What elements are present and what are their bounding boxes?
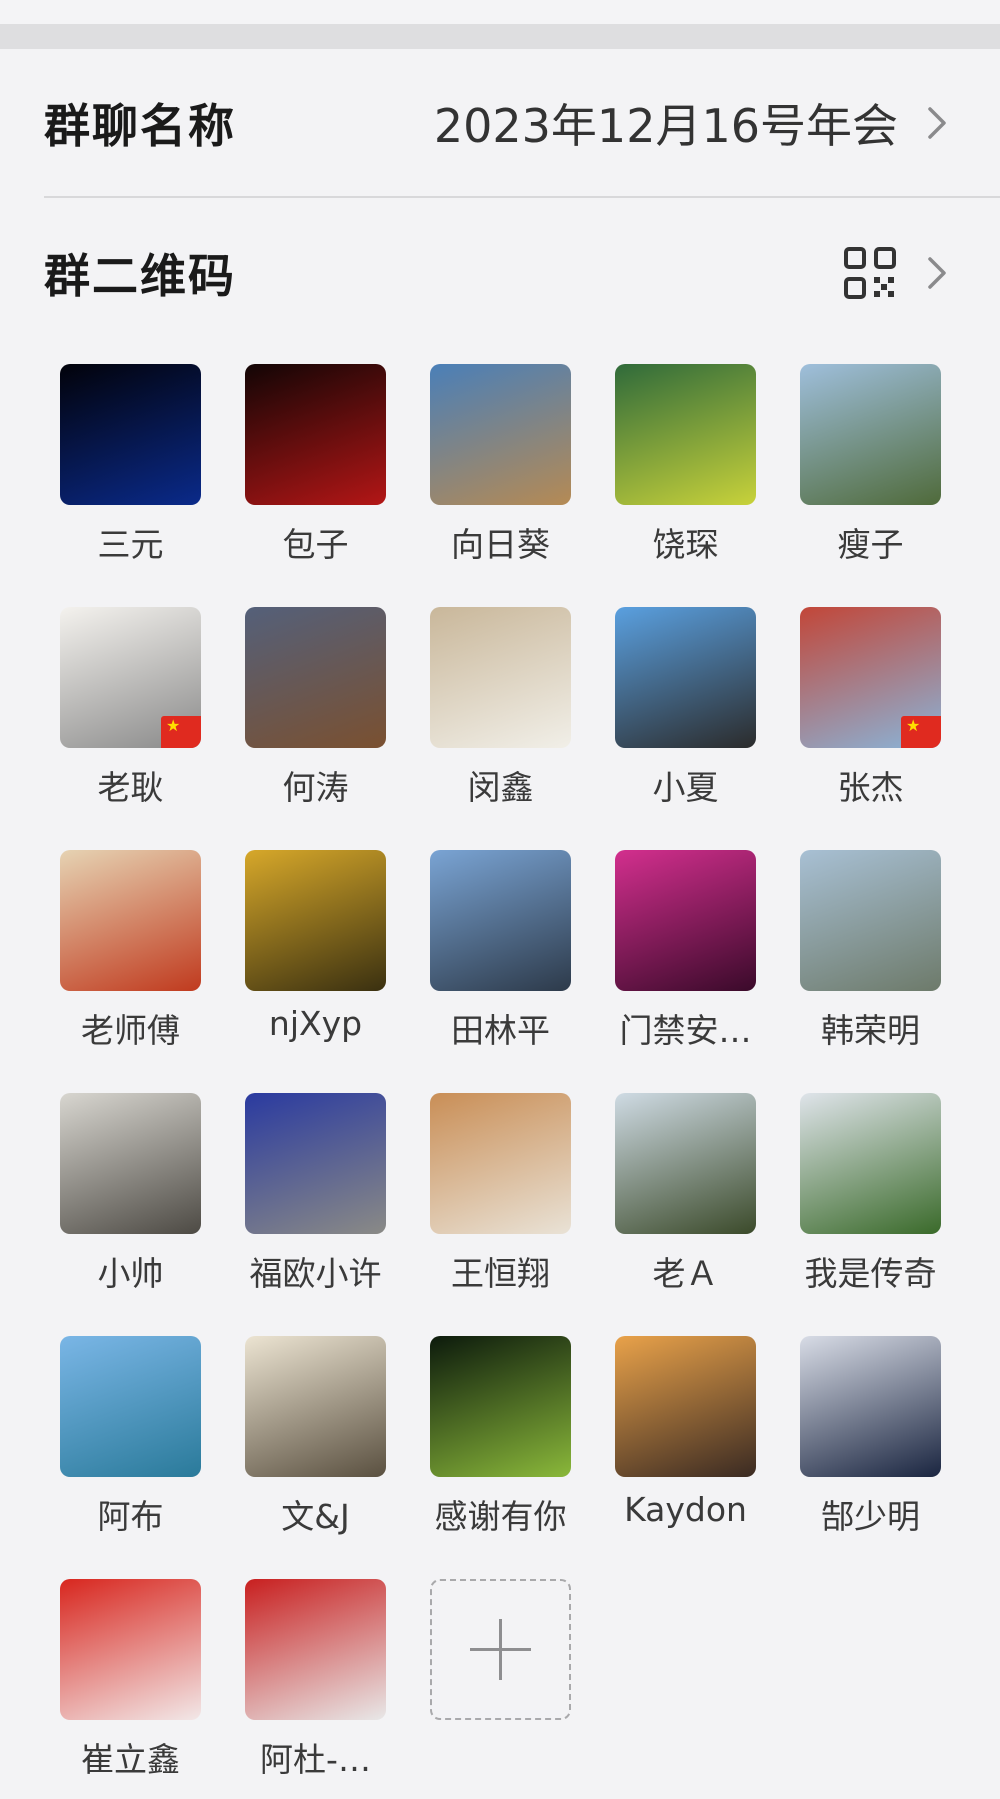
member-avatar [245,1093,386,1234]
member-avatar [615,1093,756,1234]
member-avatar [60,607,201,748]
member-avatar [800,607,941,748]
member-name: 何涛 [282,768,349,807]
member-name: 小帅 [97,1254,164,1293]
member-item[interactable]: 闵鑫 [408,607,593,827]
chevron-right-icon [928,257,946,289]
member-avatar [245,850,386,991]
member-name: 郜少明 [821,1497,920,1536]
member-avatar [60,1093,201,1234]
member-item[interactable]: 饶琛 [593,364,778,584]
member-avatar [430,364,571,505]
member-item[interactable]: 田林平 [408,850,593,1070]
member-item[interactable]: 老Ａ [593,1093,778,1313]
member-name: 饶琛 [652,525,719,564]
member-avatar [245,364,386,505]
member-item[interactable]: 我是传奇 [778,1093,963,1313]
member-name: Kaydon [624,1490,747,1529]
member-name: 三元 [97,525,164,564]
member-name: 崔立鑫 [81,1740,180,1779]
member-item[interactable]: 向日葵 [408,364,593,584]
member-item[interactable]: 门禁安… [593,850,778,1070]
member-name: 瘦子 [837,525,904,564]
member-item[interactable]: 小帅 [38,1093,223,1313]
member-item[interactable]: 三元 [38,364,223,584]
member-avatar [615,1336,756,1477]
member-item[interactable]: 小夏 [593,607,778,827]
member-item[interactable]: Kaydon [593,1336,778,1556]
member-avatar [615,607,756,748]
member-avatar [430,1336,571,1477]
member-name: 福欧小许 [249,1254,382,1293]
member-avatar [615,364,756,505]
chevron-right-icon [928,107,946,139]
member-item[interactable]: 文&J [223,1336,408,1556]
member-name: 老Ａ [652,1254,719,1293]
member-avatar [430,607,571,748]
member-item[interactable]: njXyp [223,850,408,1070]
member-name: 感谢有你 [434,1497,567,1536]
member-name: 门禁安… [619,1011,752,1050]
member-avatar [800,1336,941,1477]
member-avatar [60,850,201,991]
row-divider [44,196,1000,198]
section-separator [0,24,1000,49]
member-name: 张杰 [837,768,904,807]
member-name: 向日葵 [451,525,550,564]
member-avatar [60,1579,201,1720]
qr-code-icon [844,247,896,299]
group-qr-row[interactable]: 群二维码 [0,210,1000,336]
member-name: 包子 [282,525,349,564]
member-item[interactable]: 阿布 [38,1336,223,1556]
status-bar-area [0,0,1000,24]
member-avatar [430,850,571,991]
member-item[interactable]: 郜少明 [778,1336,963,1556]
member-item[interactable]: 感谢有你 [408,1336,593,1556]
member-name: 王恒翔 [451,1254,550,1293]
flag-badge-icon [161,716,201,748]
member-item[interactable]: 韩荣明 [778,850,963,1070]
member-item[interactable]: 老耿 [38,607,223,827]
member-avatar [800,1093,941,1234]
member-name: 老师傅 [81,1011,180,1050]
group-name-row[interactable]: 群聊名称 2023年12月16号年会 [0,60,1000,186]
member-item[interactable]: 王恒翔 [408,1093,593,1313]
add-member-button[interactable] [408,1579,593,1799]
member-name: 文&J [281,1497,350,1536]
group-name-value: 2023年12月16号年会 [433,99,898,153]
member-avatar [430,1093,571,1234]
member-avatar [615,850,756,991]
member-item[interactable]: 福欧小许 [223,1093,408,1313]
group-name-label: 群聊名称 [44,99,236,153]
member-item[interactable]: 张杰 [778,607,963,827]
group-qr-label: 群二维码 [44,249,236,303]
member-avatar [245,1579,386,1720]
member-avatar [800,850,941,991]
member-item[interactable]: 老师傅 [38,850,223,1070]
member-item[interactable]: 阿杜-… [223,1579,408,1799]
flag-badge-icon [901,716,941,748]
member-name: 阿布 [97,1497,164,1536]
member-avatar [60,364,201,505]
member-item[interactable]: 何涛 [223,607,408,827]
member-item[interactable]: 瘦子 [778,364,963,584]
member-name: 小夏 [652,768,719,807]
member-avatar [245,1336,386,1477]
member-name: 韩荣明 [821,1011,920,1050]
member-avatar [245,607,386,748]
member-name: 我是传奇 [804,1254,937,1293]
member-name: 田林平 [451,1011,550,1050]
member-avatar [800,364,941,505]
member-name: 老耿 [97,768,164,807]
plus-icon [430,1579,571,1720]
member-name: 闵鑫 [467,768,534,807]
member-item[interactable]: 包子 [223,364,408,584]
member-name: 阿杜-… [260,1740,371,1779]
member-avatar [60,1336,201,1477]
member-item[interactable]: 崔立鑫 [38,1579,223,1799]
member-name: njXyp [268,1004,363,1043]
